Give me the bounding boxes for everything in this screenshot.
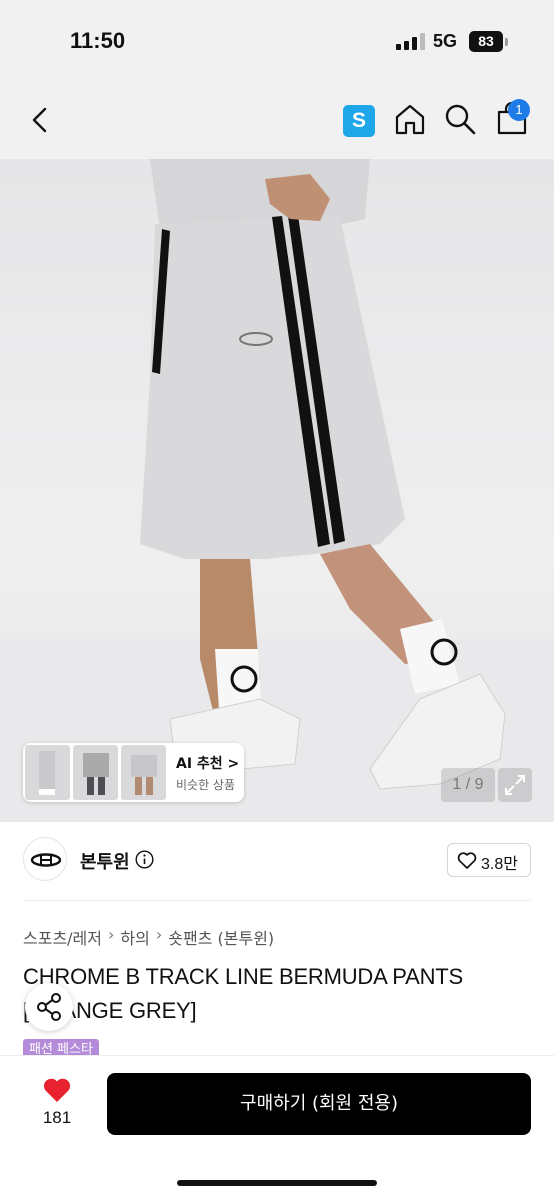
divider <box>23 900 531 901</box>
ai-recommend-label[interactable]: AI 추천 > <box>176 753 239 773</box>
s-badge-button[interactable]: S <box>343 105 375 137</box>
shop-like-button[interactable]: 3.8만 <box>447 843 531 877</box>
signal-icon <box>396 33 426 50</box>
share-icon <box>37 993 61 1021</box>
expand-icon[interactable] <box>498 768 532 802</box>
cart-count-badge: 1 <box>508 99 530 121</box>
nav-bar: S <box>0 84 554 159</box>
product-title: CHROME B TRACK LINE BERMUDA PANTS [ORANG… <box>23 964 463 1023</box>
ai-recommend-sub: 비슷한 상품 <box>176 778 236 792</box>
chevron-right-icon: › <box>155 925 163 944</box>
status-bar: 11:50 5G 83 <box>0 0 554 84</box>
share-button[interactable] <box>25 983 73 1031</box>
wish-count: 181 <box>42 1108 72 1127</box>
buy-button[interactable]: 구매하기 (회원 전용) <box>107 1073 531 1135</box>
shop-like-count: 3.8만 <box>481 856 518 873</box>
thumbnail-1[interactable] <box>25 745 70 800</box>
home-indicator <box>177 1180 377 1186</box>
product-photo-illustration <box>0 159 554 822</box>
thumbnail-2[interactable] <box>73 745 118 800</box>
home-icon[interactable] <box>393 102 427 136</box>
shop-name[interactable]: 본투윈 <box>80 848 130 874</box>
heart-outline-icon <box>457 852 477 869</box>
thumbnail-3[interactable] <box>121 745 166 800</box>
chevron-left-icon[interactable] <box>24 104 56 136</box>
status-time: 11:50 <box>70 28 126 53</box>
ai-recommend-panel[interactable]: AI 추천 > 비슷한 상품 <box>23 743 244 802</box>
search-icon[interactable] <box>443 102 477 136</box>
breadcrumb-item[interactable]: 하의 <box>120 925 149 949</box>
breadcrumb-item[interactable]: 숏팬츠 (본투윈) <box>168 925 274 949</box>
battery-icon: 83 <box>469 31 503 52</box>
network-label: 5G <box>433 31 458 51</box>
battery-tip <box>505 38 508 46</box>
heart-filled-icon[interactable] <box>42 1076 72 1104</box>
shop-logo[interactable] <box>23 837 67 881</box>
info-icon[interactable] <box>135 850 154 869</box>
chevron-right-icon: › <box>108 925 115 944</box>
breadcrumb-item[interactable]: 스포츠/레저 <box>23 925 102 949</box>
page-indicator: 1 / 9 <box>441 768 495 802</box>
product-image[interactable] <box>0 159 554 822</box>
breadcrumb: 스포츠/레저 › 하의 › 숏팬츠 (본투윈) <box>23 925 274 949</box>
